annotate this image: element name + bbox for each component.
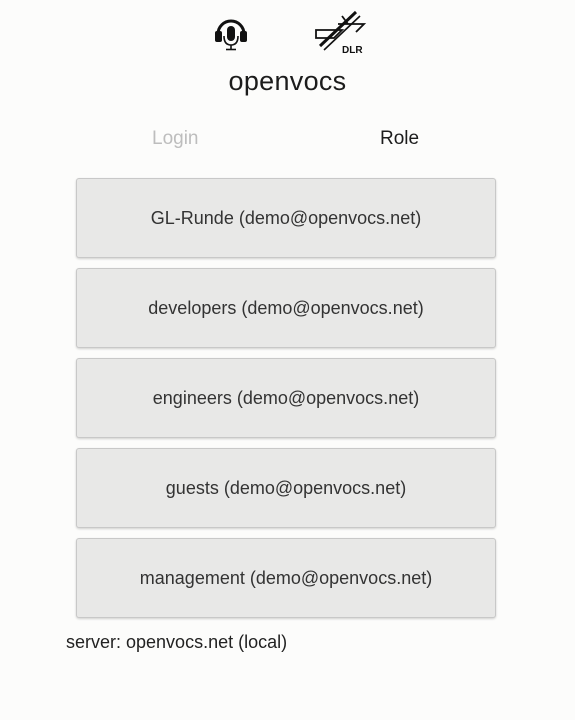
- logo-bar: DLR: [0, 10, 575, 56]
- headset-microphone-icon: [215, 19, 247, 51]
- tab-role[interactable]: Role: [380, 128, 419, 150]
- role-button-engineers[interactable]: engineers (demo@openvocs.net): [76, 358, 496, 438]
- role-button-guests[interactable]: guests (demo@openvocs.net): [76, 448, 496, 528]
- role-button-gl-runde[interactable]: GL-Runde (demo@openvocs.net): [76, 178, 496, 258]
- svg-text:DLR: DLR: [342, 45, 363, 56]
- app-title: openvocs: [228, 66, 347, 96]
- tab-login[interactable]: Login: [152, 128, 199, 150]
- dlr-logo: DLR: [315, 10, 367, 56]
- role-button-developers[interactable]: developers (demo@openvocs.net): [76, 268, 496, 348]
- role-button-management[interactable]: management (demo@openvocs.net): [76, 538, 496, 618]
- server-info: server: openvocs.net (local): [66, 632, 288, 652]
- role-list: GL-Runde (demo@openvocs.net) developers …: [76, 178, 496, 628]
- tab-bar: Login Role: [0, 128, 575, 156]
